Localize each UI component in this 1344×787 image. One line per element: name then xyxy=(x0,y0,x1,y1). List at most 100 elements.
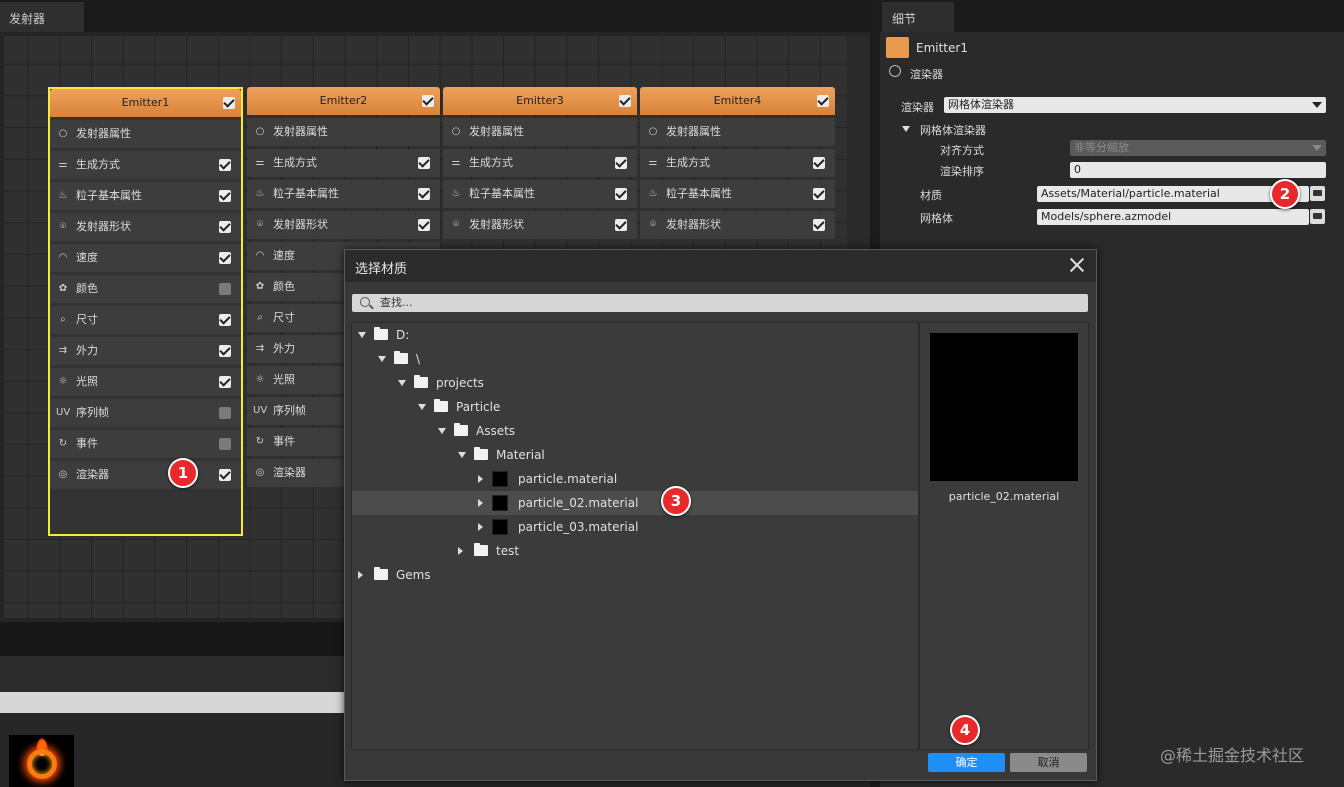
emitter-header[interactable]: Emitter3 xyxy=(443,87,637,115)
tree-folder-item[interactable]: Particle xyxy=(352,395,918,419)
emitter-module-row[interactable]: ♨ 粒子基本属性 xyxy=(640,180,835,208)
module-enable-checkbox[interactable] xyxy=(219,438,231,450)
module-enable-checkbox[interactable] xyxy=(813,188,825,200)
tree-folder-item[interactable]: test xyxy=(352,539,918,563)
tree-folder-item[interactable]: D: xyxy=(352,323,918,347)
emitter-name: Emitter1 xyxy=(121,96,170,109)
emitter-module-row[interactable]: ✿ 颜色 xyxy=(50,275,241,303)
emitter-module-row[interactable]: ⚌ 生成方式 xyxy=(640,149,835,177)
expand-right-icon[interactable] xyxy=(458,547,463,555)
module-enable-checkbox[interactable] xyxy=(219,376,231,388)
mesh-browse-folder-icon[interactable] xyxy=(1310,209,1325,224)
material-browse-folder-icon[interactable] xyxy=(1310,186,1325,201)
expand-down-icon[interactable] xyxy=(378,356,386,362)
emitter-module-row[interactable]: ↻ 事件 xyxy=(50,430,241,458)
emitter-module-row[interactable]: ○ 发射器属性 xyxy=(640,118,835,146)
emitter-module-row[interactable]: ♨ 粒子基本属性 xyxy=(50,182,241,210)
module-enable-checkbox[interactable] xyxy=(219,190,231,202)
emitter-module-row[interactable]: ○ 发射器属性 xyxy=(443,118,637,146)
expand-down-icon[interactable] xyxy=(358,332,366,338)
emitter-module-row[interactable]: ♨ 粒子基本属性 xyxy=(247,180,440,208)
emitter-module-row[interactable]: ○ 发射器属性 xyxy=(50,120,241,148)
emitter-module-row[interactable]: ○ 发射器属性 xyxy=(247,118,440,146)
emitter-node-3[interactable]: Emitter3 ○ 发射器属性 ⚌ 生成方式 ♨ 粒子基本属性 ⌾ 发射器形状 xyxy=(443,87,637,239)
tree-folder-item[interactable]: Assets xyxy=(352,419,918,443)
module-enable-checkbox[interactable] xyxy=(813,157,825,169)
module-label: 发射器形状 xyxy=(666,218,721,231)
expand-down-icon[interactable] xyxy=(418,404,426,410)
sort-input[interactable]: 0 xyxy=(1070,162,1326,178)
tree-file-item[interactable]: particle_02.material xyxy=(352,491,918,515)
module-enable-checkbox[interactable] xyxy=(418,157,430,169)
emitter-module-row[interactable]: ◎ 渲染器 xyxy=(50,461,241,489)
emitter-module-row[interactable]: ⇉ 外力 xyxy=(50,337,241,365)
module-enable-checkbox[interactable] xyxy=(219,407,231,419)
ok-button[interactable]: 确定 xyxy=(928,753,1005,772)
tree-folder-item[interactable]: projects xyxy=(352,371,918,395)
module-enable-checkbox[interactable] xyxy=(418,219,430,231)
emitter-module-row[interactable]: ⚌ 生成方式 xyxy=(50,151,241,179)
emitter-enable-checkbox[interactable] xyxy=(817,95,829,107)
emitter-enable-checkbox[interactable] xyxy=(223,97,235,109)
emitter-module-row[interactable]: ⌾ 发射器形状 xyxy=(50,213,241,241)
emitter-enable-checkbox[interactable] xyxy=(422,95,434,107)
tab-emitter[interactable]: 发射器 xyxy=(0,2,84,32)
module-enable-checkbox[interactable] xyxy=(615,188,627,200)
renderer-dropdown[interactable]: 网格体渲染器 xyxy=(944,97,1326,113)
tree-item-label: Particle xyxy=(456,400,501,414)
module-enable-checkbox[interactable] xyxy=(219,283,231,295)
step-badge-2: 2 xyxy=(1270,179,1300,209)
emitter-module-row[interactable]: ☼ 光照 xyxy=(50,368,241,396)
emitter-name: Emitter2 xyxy=(319,94,368,107)
module-enable-checkbox[interactable] xyxy=(219,221,231,233)
emitter-node-1[interactable]: Emitter1 ○ 发射器属性 ⚌ 生成方式 ♨ 粒子基本属性 ⌾ 发射器形状 ◠ 速度 ✿ 颜色 ⌕ 尺… xyxy=(48,87,243,536)
emitter-module-row[interactable]: ◠ 速度 xyxy=(50,244,241,272)
emitter-module-row[interactable]: ⌾ 发射器形状 xyxy=(640,211,835,239)
collapse-triangle-icon[interactable] xyxy=(902,126,910,132)
module-enable-checkbox[interactable] xyxy=(615,219,627,231)
tree-file-item[interactable]: particle.material xyxy=(352,467,918,491)
close-icon[interactable] xyxy=(1068,256,1086,274)
expand-right-icon[interactable] xyxy=(358,571,363,579)
module-enable-checkbox[interactable] xyxy=(219,252,231,264)
tab-details[interactable]: 细节 xyxy=(882,2,954,32)
module-label: 颜色 xyxy=(273,280,295,293)
module-enable-checkbox[interactable] xyxy=(615,157,627,169)
emitter-module-row[interactable]: ⌾ 发射器形状 xyxy=(443,211,637,239)
emitter-header[interactable]: Emitter4 xyxy=(640,87,835,115)
expand-down-icon[interactable] xyxy=(458,452,466,458)
module-enable-checkbox[interactable] xyxy=(219,345,231,357)
module-enable-checkbox[interactable] xyxy=(813,219,825,231)
material-field[interactable]: Assets/Material/particle.material xyxy=(1037,186,1309,202)
emitter-header[interactable]: Emitter1 xyxy=(50,89,241,117)
emitter-module-row[interactable]: UV 序列帧 xyxy=(50,399,241,427)
emitter-module-row[interactable]: ⚌ 生成方式 xyxy=(247,149,440,177)
emitter-node-4[interactable]: Emitter4 ○ 发射器属性 ⚌ 生成方式 ♨ 粒子基本属性 ⌾ 发射器形状 xyxy=(640,87,835,239)
dialog-title: 选择材质 xyxy=(345,250,1096,282)
tree-folder-item[interactable]: Material xyxy=(352,443,918,467)
expand-right-icon[interactable] xyxy=(478,499,483,507)
emitter-module-row[interactable]: ⌕ 尺寸 xyxy=(50,306,241,334)
cancel-button[interactable]: 取消 xyxy=(1010,753,1087,772)
module-enable-checkbox[interactable] xyxy=(418,188,430,200)
module-enable-checkbox[interactable] xyxy=(219,314,231,326)
expand-right-icon[interactable] xyxy=(478,523,483,531)
mesh-field[interactable]: Models/sphere.azmodel xyxy=(1037,209,1309,225)
emitter-module-row[interactable]: ♨ 粒子基本属性 xyxy=(443,180,637,208)
emitter-enable-checkbox[interactable] xyxy=(619,95,631,107)
expand-down-icon[interactable] xyxy=(438,428,446,434)
emitter-module-row[interactable]: ⚌ 生成方式 xyxy=(443,149,637,177)
module-enable-checkbox[interactable] xyxy=(219,469,231,481)
module-label: 序列帧 xyxy=(76,406,109,419)
tree-file-item[interactable]: particle_03.material xyxy=(352,515,918,539)
expand-down-icon[interactable] xyxy=(398,380,406,386)
expand-right-icon[interactable] xyxy=(478,475,483,483)
file-tree[interactable]: D: \ projects Particle Assets Material particl… xyxy=(351,322,919,750)
module-label: 粒子基本属性 xyxy=(666,187,732,200)
tree-folder-item[interactable]: \ xyxy=(352,347,918,371)
search-input[interactable]: 查找... xyxy=(352,294,1088,312)
emitter-header[interactable]: Emitter2 xyxy=(247,87,440,115)
tree-folder-item[interactable]: Gems xyxy=(352,563,918,587)
emitter-module-row[interactable]: ⌾ 发射器形状 xyxy=(247,211,440,239)
module-enable-checkbox[interactable] xyxy=(219,159,231,171)
